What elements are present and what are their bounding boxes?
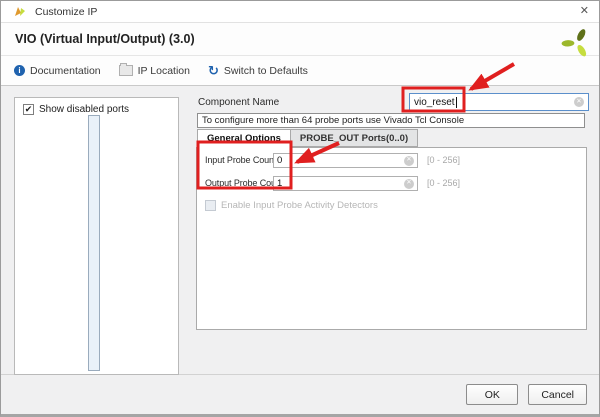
cancel-button[interactable]: Cancel <box>528 384 587 405</box>
output-probe-count-label: Output Probe Count <box>205 178 283 188</box>
folder-icon <box>119 65 133 76</box>
activity-detectors-label: Enable Input Probe Activity Detectors <box>221 200 378 211</box>
tab-probe-out-ports[interactable]: PROBE_OUT Ports(0..0) <box>291 129 418 147</box>
component-name-value: vio_reset <box>414 97 455 108</box>
clear-icon[interactable]: ✕ <box>404 156 414 166</box>
customize-ip-dialog: Customize IP ✕ VIO (Virtual Input/Output… <box>0 0 600 417</box>
ip-symbol-block <box>88 115 100 371</box>
window-title: Customize IP <box>35 6 97 18</box>
show-disabled-ports-checkbox[interactable]: ✔ Show disabled ports <box>23 104 129 115</box>
checkbox-disabled-icon <box>205 200 216 211</box>
titlebar: Customize IP ✕ <box>1 1 599 23</box>
output-probe-count-input[interactable]: 1 ✕ <box>273 176 418 191</box>
tab-general-options[interactable]: General Options <box>197 129 291 148</box>
ip-location-button[interactable]: IP Location <box>119 65 190 77</box>
vivado-window-icon <box>13 5 27 19</box>
checkbox-checked-icon: ✔ <box>23 104 34 115</box>
input-probe-count-range: [0 - 256] <box>427 155 460 165</box>
info-banner: To configure more than 64 probe ports us… <box>197 113 585 128</box>
output-probe-count-value: 1 <box>277 178 282 189</box>
text-cursor <box>456 97 457 108</box>
refresh-icon: ↻ <box>208 65 219 77</box>
toolbar: i Documentation IP Location ↻ Switch to … <box>1 56 599 86</box>
output-probe-count-range: [0 - 256] <box>427 178 460 188</box>
ok-button[interactable]: OK <box>466 384 518 405</box>
ip-location-label: IP Location <box>138 65 190 77</box>
activity-detectors-checkbox: Enable Input Probe Activity Detectors <box>205 200 378 211</box>
component-name-label: Component Name <box>198 97 279 108</box>
info-icon: i <box>14 65 25 76</box>
dialog-header: VIO (Virtual Input/Output) (3.0) <box>1 23 599 56</box>
clear-icon[interactable]: ✕ <box>404 179 414 189</box>
input-probe-count-input[interactable]: 0 ✕ <box>273 153 418 168</box>
output-probe-count-row: Output Probe Count 1 ✕ [0 - 256] <box>205 176 578 192</box>
input-probe-count-value: 0 <box>277 155 282 166</box>
component-name-input[interactable]: vio_reset ✕ <box>409 93 589 111</box>
dialog-body: ✔ Show disabled ports Component Name vio… <box>1 86 599 374</box>
tab-bar: General Options PROBE_OUT Ports(0..0) <box>197 129 418 147</box>
documentation-label: Documentation <box>30 65 101 77</box>
close-icon[interactable]: ✕ <box>580 6 589 17</box>
ports-preview-panel: ✔ Show disabled ports <box>14 97 179 375</box>
show-disabled-ports-label: Show disabled ports <box>39 104 129 115</box>
switch-to-defaults-button[interactable]: ↻ Switch to Defaults <box>208 65 308 77</box>
footer: OK Cancel <box>1 374 599 414</box>
input-probe-count-label: Input Probe Count <box>205 155 276 165</box>
documentation-button[interactable]: i Documentation <box>14 65 101 77</box>
page-title: VIO (Virtual Input/Output) (3.0) <box>15 32 195 46</box>
input-probe-count-row: Input Probe Count 0 ✕ [0 - 256] <box>205 153 578 169</box>
xilinx-logo-icon <box>560 26 594 60</box>
clear-icon[interactable]: ✕ <box>574 97 584 107</box>
general-options-panel: Input Probe Count 0 ✕ [0 - 256] Output P… <box>196 147 587 330</box>
switch-to-defaults-label: Switch to Defaults <box>224 65 308 77</box>
